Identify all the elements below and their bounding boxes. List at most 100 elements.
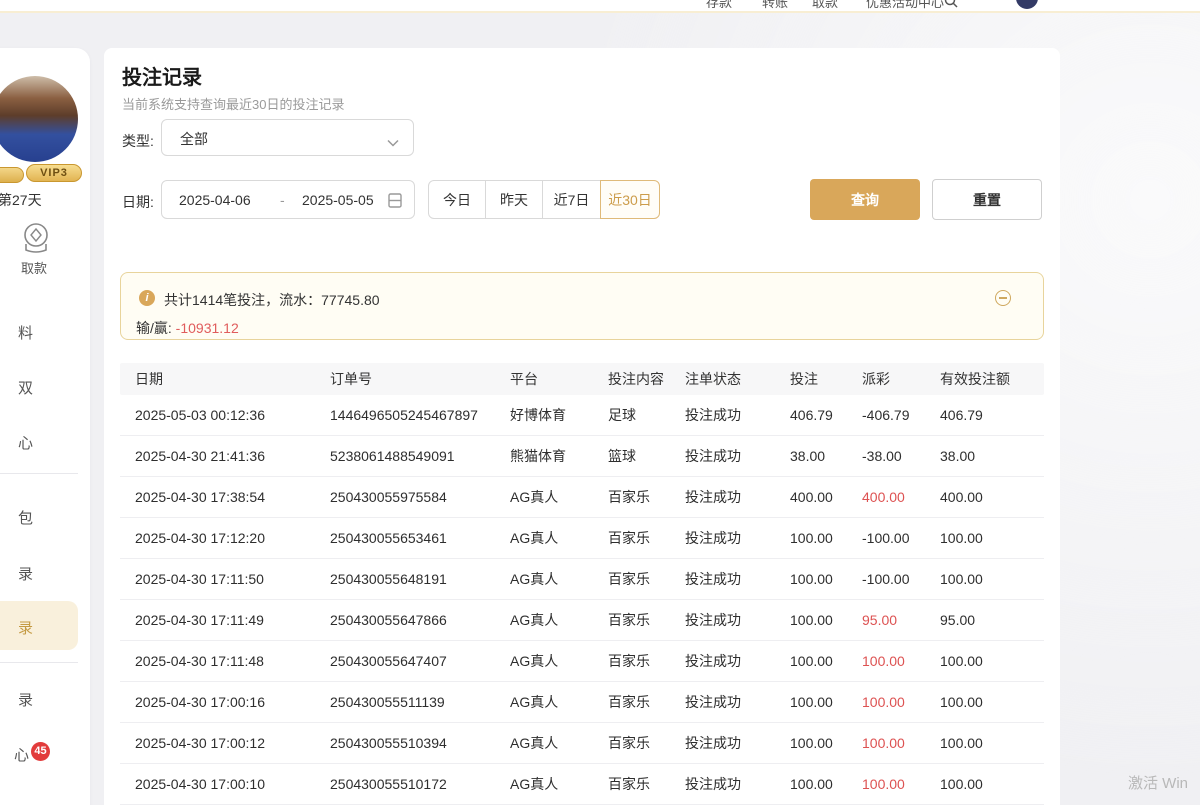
range-30days-button[interactable]: 近30日 [600,180,660,219]
winloss-label: 输/赢: [136,320,172,336]
summary-banner: i 共计1414笔投注，流水：77745.80 输/赢: -10931.12 [120,272,1044,340]
cell-platform: AG真人 [495,477,593,517]
type-filter-label: 类型: [122,131,154,151]
sidebar-item-2[interactable]: 双 [18,377,33,398]
sidebar-item-record-1[interactable]: 录 [18,563,33,584]
date-start-value: 2025-04-06 [179,192,251,208]
cell-order: 250430055511139 [315,682,495,722]
summary-winloss: 输/赢: -10931.12 [136,318,239,338]
nav-promo-center[interactable]: 优惠活动中心 [866,0,944,11]
cell-bet: 100.00 [775,641,847,681]
page-subtitle: 当前系统支持查询最近30日的投注记录 [122,94,344,113]
reset-button[interactable]: 重置 [932,179,1042,220]
date-filter-label: 日期: [122,192,154,212]
cell-platform: AG真人 [495,600,593,640]
cell-bet: 100.00 [775,764,847,804]
cell-date: 2025-04-30 21:41:36 [120,436,315,476]
sidebar [0,48,90,805]
col-header-date: 日期 [120,363,315,395]
sidebar-item-bet-records-active[interactable] [0,601,78,650]
cell-content: 百家乐 [593,600,670,640]
cell-payout: -100.00 [847,559,925,599]
sidebar-item-bet-records-label[interactable]: 录 [18,617,33,638]
col-header-bet: 投注 [775,363,847,395]
sidebar-item-wallet[interactable]: 包 [18,507,33,528]
cell-content: 百家乐 [593,764,670,804]
table-row: 2025-04-30 17:38:54 250430055975584 AG真人… [120,477,1044,518]
date-range-input[interactable]: 2025-04-06 - 2025-05-05 [161,180,415,219]
sidebar-item-record-3[interactable]: 录 [18,689,33,710]
cell-bet: 38.00 [775,436,847,476]
sidebar-item-profile[interactable]: 料 [18,322,33,343]
nav-transfer[interactable]: 转账 [762,0,788,11]
cell-date: 2025-05-03 00:12:36 [120,395,315,435]
cell-date: 2025-04-30 17:11:49 [120,600,315,640]
cell-date: 2025-04-30 17:12:20 [120,518,315,558]
nav-withdraw[interactable]: 取款 [812,0,838,11]
nav-deposit[interactable]: 存款 [706,0,732,11]
vip-level-badge: VIP3 [26,164,82,182]
sidebar-divider [0,662,78,663]
cell-status: 投注成功 [670,641,775,681]
cell-status: 投注成功 [670,559,775,599]
cell-status: 投注成功 [670,723,775,763]
table-row: 2025-04-30 17:00:16 250430055511139 AG真人… [120,682,1044,723]
cell-valid: 400.00 [925,477,1044,517]
cell-order: 250430055975584 [315,477,495,517]
cell-order: 250430055510394 [315,723,495,763]
cell-valid: 100.00 [925,518,1044,558]
sidebar-item-message-center[interactable]: 心 [14,744,29,765]
user-avatar-mini[interactable] [1016,0,1038,9]
table-body: 2025-05-03 00:12:36 1446496505245467897 … [120,395,1044,805]
cell-order: 250430055647407 [315,641,495,681]
table-row: 2025-04-30 17:00:12 250430055510394 AG真人… [120,723,1044,764]
cell-bet: 100.00 [775,559,847,599]
range-7days-button[interactable]: 近7日 [542,180,601,219]
cell-status: 投注成功 [670,600,775,640]
cell-content: 百家乐 [593,682,670,722]
range-yesterday-button[interactable]: 昨天 [485,180,543,219]
cell-content: 百家乐 [593,559,670,599]
page-title: 投注记录 [122,61,202,90]
cell-order: 250430055647866 [315,600,495,640]
table-row: 2025-04-30 21:41:36 5238061488549091 熊猫体… [120,436,1044,477]
cell-order: 5238061488549091 [315,436,495,476]
cell-platform: AG真人 [495,641,593,681]
cell-platform: 熊猫体育 [495,436,593,476]
winloss-value: -10931.12 [176,320,239,336]
cell-order: 1446496505245467897 [315,395,495,435]
col-header-content: 投注内容 [593,363,670,395]
range-today-button[interactable]: 今日 [428,180,486,219]
cell-bet: 100.00 [775,600,847,640]
date-end-value: 2025-05-05 [302,192,374,208]
cell-valid: 100.00 [925,764,1044,804]
withdraw-icon[interactable] [18,222,54,261]
cell-date: 2025-04-30 17:38:54 [120,477,315,517]
cell-valid: 406.79 [925,395,1044,435]
membership-day-label: 第27天 [0,190,42,210]
cell-status: 投注成功 [670,764,775,804]
cell-platform: AG真人 [495,518,593,558]
cell-status: 投注成功 [670,682,775,722]
top-navbar: 存款 转账 取款 优惠活动中心 [0,0,1200,13]
cell-content: 足球 [593,395,670,435]
cell-valid: 38.00 [925,436,1044,476]
collapse-icon[interactable] [995,290,1011,306]
activate-windows-watermark: 激活 Win [1128,772,1188,793]
cell-bet: 100.00 [775,723,847,763]
col-header-platform: 平台 [495,363,593,395]
search-icon[interactable] [944,0,958,13]
quick-range-group: 今日 昨天 近7日 近30日 [428,180,660,219]
cell-payout: 100.00 [847,682,925,722]
cell-date: 2025-04-30 17:11:50 [120,559,315,599]
cell-date: 2025-04-30 17:00:10 [120,764,315,804]
sidebar-item-center[interactable]: 心 [18,432,33,453]
search-button[interactable]: 查询 [810,179,920,220]
table-header-row: 日期 订单号 平台 投注内容 注单状态 投注 派彩 有效投注额 [120,363,1044,395]
cell-status: 投注成功 [670,518,775,558]
withdraw-label[interactable]: 取款 [21,258,47,277]
cell-platform: AG真人 [495,723,593,763]
date-separator: - [280,192,285,208]
col-header-order: 订单号 [315,363,495,395]
type-select[interactable]: 全部 [161,119,414,156]
